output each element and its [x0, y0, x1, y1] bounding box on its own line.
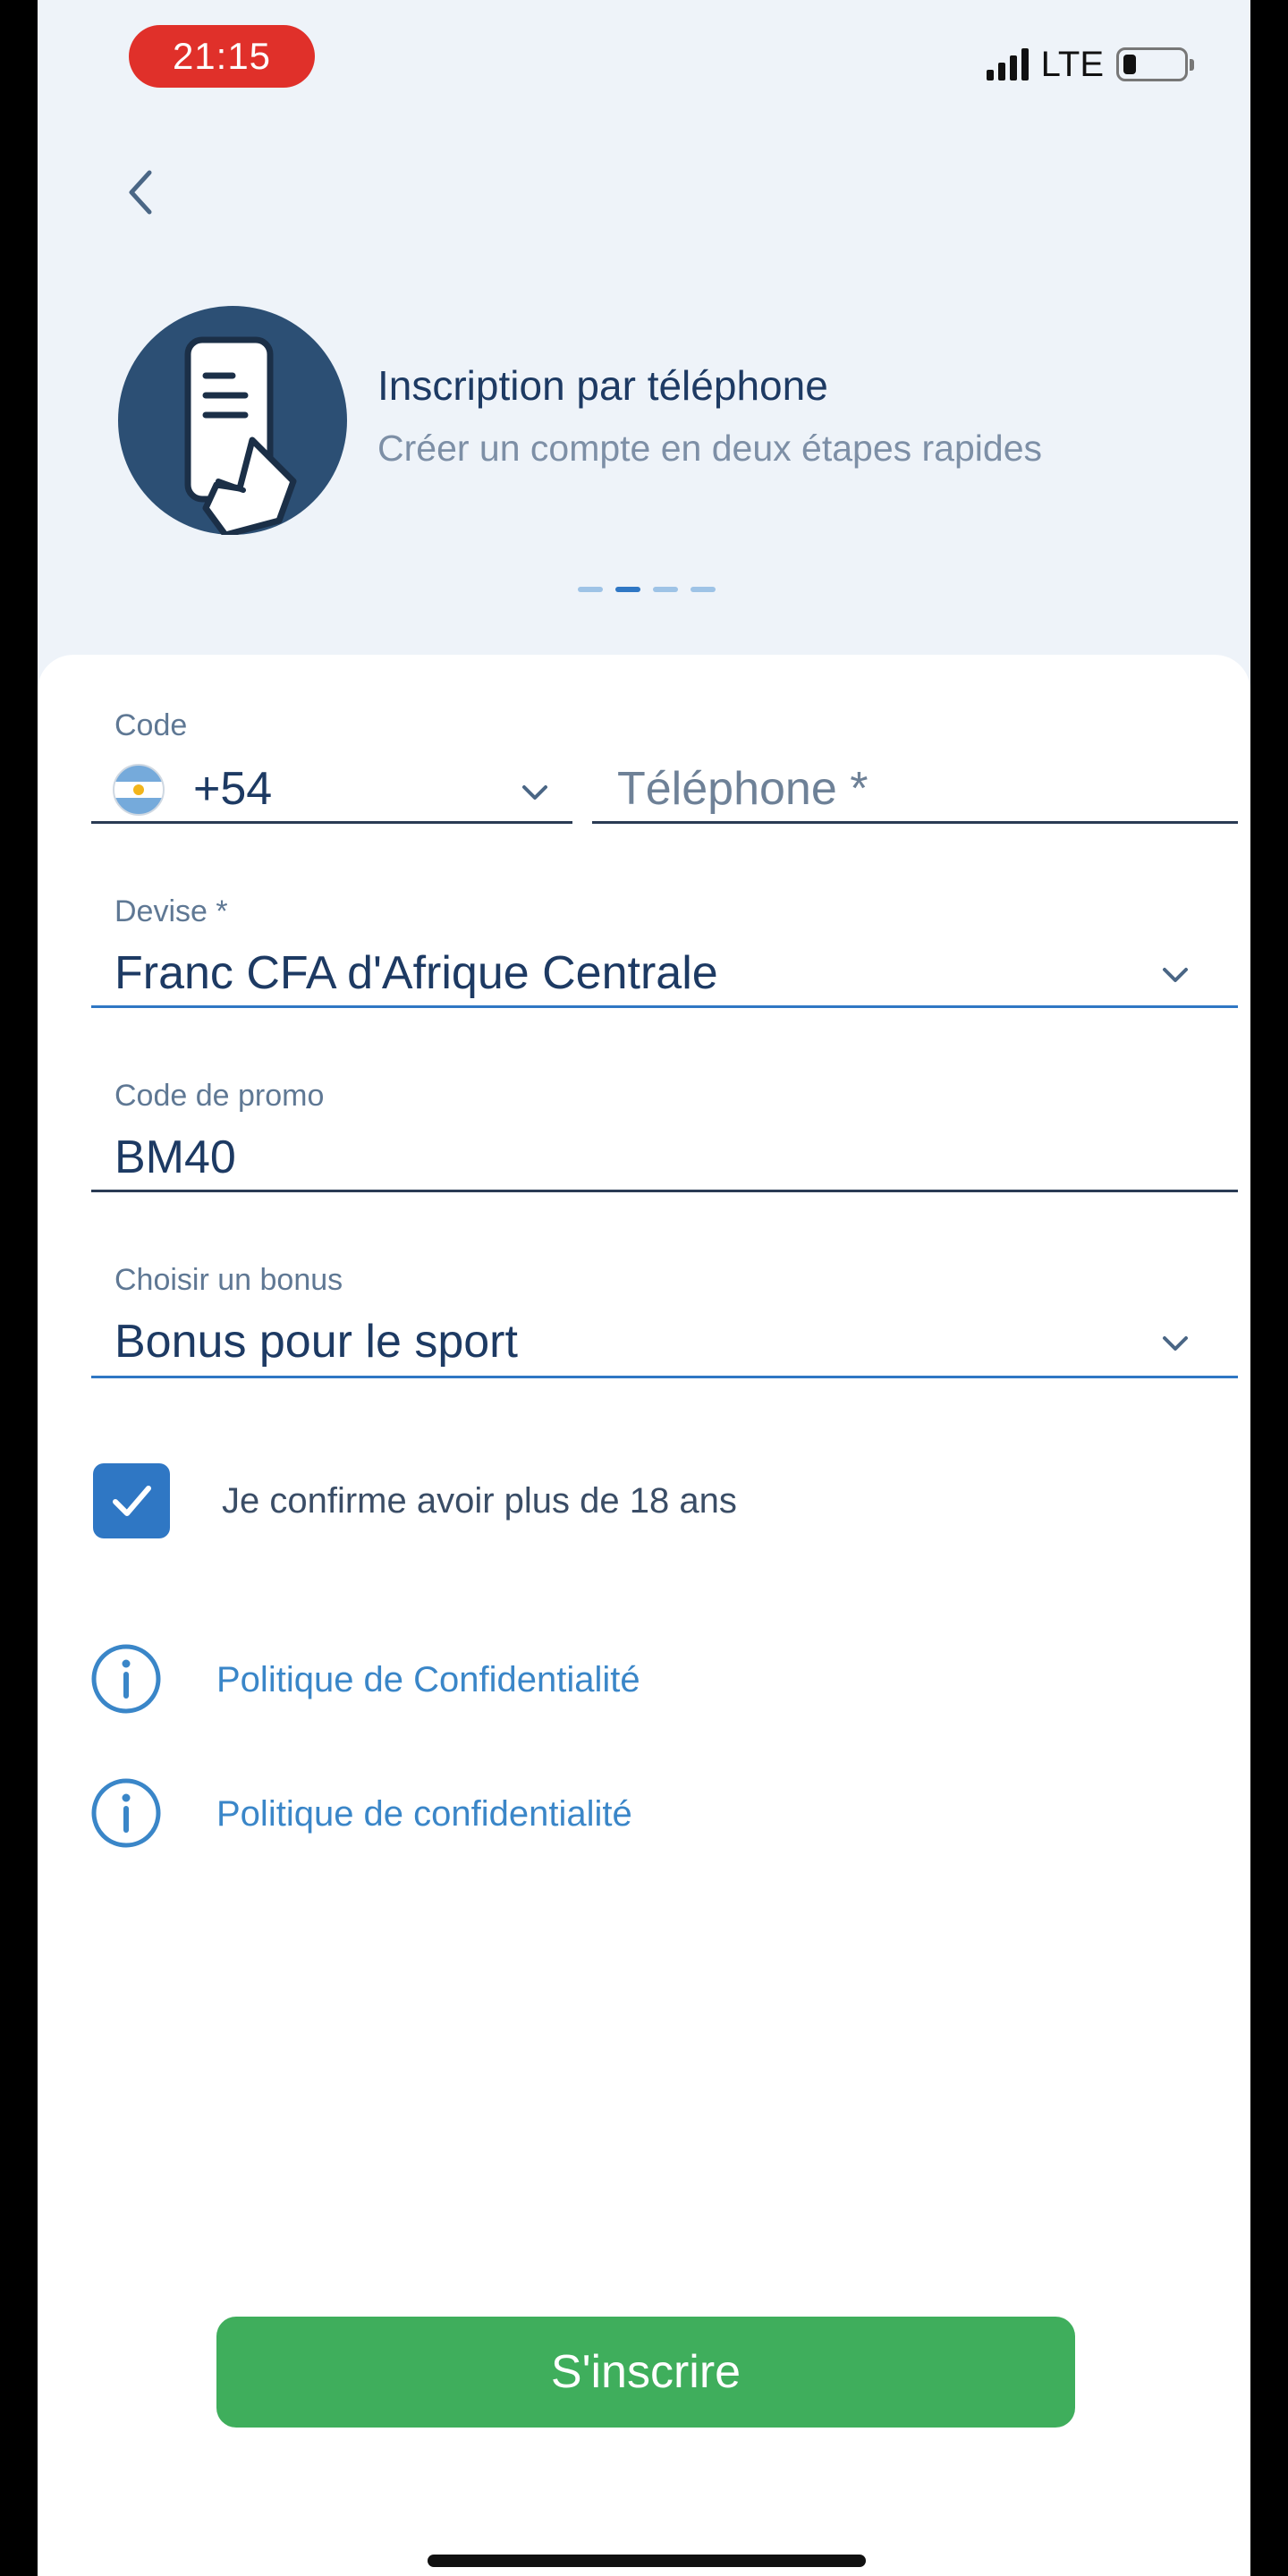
- argentina-flag-icon: [113, 764, 165, 816]
- network-label: LTE: [1040, 44, 1104, 84]
- bonus-underline: [91, 1376, 1238, 1378]
- step-dot-active: [615, 587, 640, 592]
- info-icon: [91, 1778, 161, 1848]
- code-underline: [91, 821, 572, 824]
- signup-button[interactable]: S'inscrire: [216, 2317, 1075, 2428]
- battery-icon: [1116, 47, 1194, 81]
- phone-screen: 21:15 LTE Inscription par téléphone Crée…: [38, 0, 1250, 2576]
- currency-underline: [91, 1005, 1238, 1008]
- promo-underline: [91, 1190, 1238, 1192]
- phone-in-hand-icon: [118, 306, 347, 535]
- info-icon: [91, 1644, 161, 1714]
- step-dot: [578, 587, 603, 592]
- registration-form: [38, 655, 1250, 2576]
- step-indicator: [578, 587, 716, 592]
- phone-input[interactable]: Téléphone *: [617, 762, 868, 816]
- chevron-down-icon[interactable]: [515, 773, 555, 812]
- phone-underline: [592, 821, 1238, 824]
- page-title: Inscription par téléphone: [377, 362, 828, 409]
- bonus-select[interactable]: Bonus pour le sport: [114, 1315, 518, 1368]
- promo-code-input[interactable]: BM40: [114, 1131, 236, 1184]
- back-button[interactable]: [109, 152, 172, 233]
- battery-level: [1123, 55, 1136, 74]
- currency-label: Devise *: [114, 894, 228, 928]
- chevron-left-icon: [129, 170, 152, 215]
- currency-select[interactable]: Franc CFA d'Afrique Centrale: [114, 946, 718, 1000]
- checkmark-icon: [113, 1486, 151, 1516]
- code-label: Code: [114, 708, 188, 742]
- privacy-policy-link[interactable]: Politique de Confidentialité: [216, 1660, 640, 1700]
- signal-icon: [986, 48, 1029, 80]
- promo-label: Code de promo: [114, 1079, 325, 1113]
- step-dot: [691, 587, 716, 592]
- bonus-label: Choisir un bonus: [114, 1263, 343, 1297]
- age-confirm-label: Je confirme avoir plus de 18 ans: [222, 1481, 737, 1521]
- status-indicators: LTE: [986, 39, 1194, 89]
- status-time: 21:15: [129, 25, 315, 88]
- country-code-value[interactable]: +54: [193, 762, 272, 816]
- home-indicator[interactable]: [428, 2555, 866, 2567]
- privacy-policy-link-2[interactable]: Politique de confidentialité: [216, 1794, 632, 1835]
- page-subtitle: Créer un compte en deux étapes rapides: [377, 428, 1043, 469]
- chevron-down-icon[interactable]: [1156, 955, 1195, 995]
- age-confirm-checkbox[interactable]: [93, 1463, 170, 1538]
- chevron-down-icon[interactable]: [1156, 1324, 1195, 1363]
- step-dot: [653, 587, 678, 592]
